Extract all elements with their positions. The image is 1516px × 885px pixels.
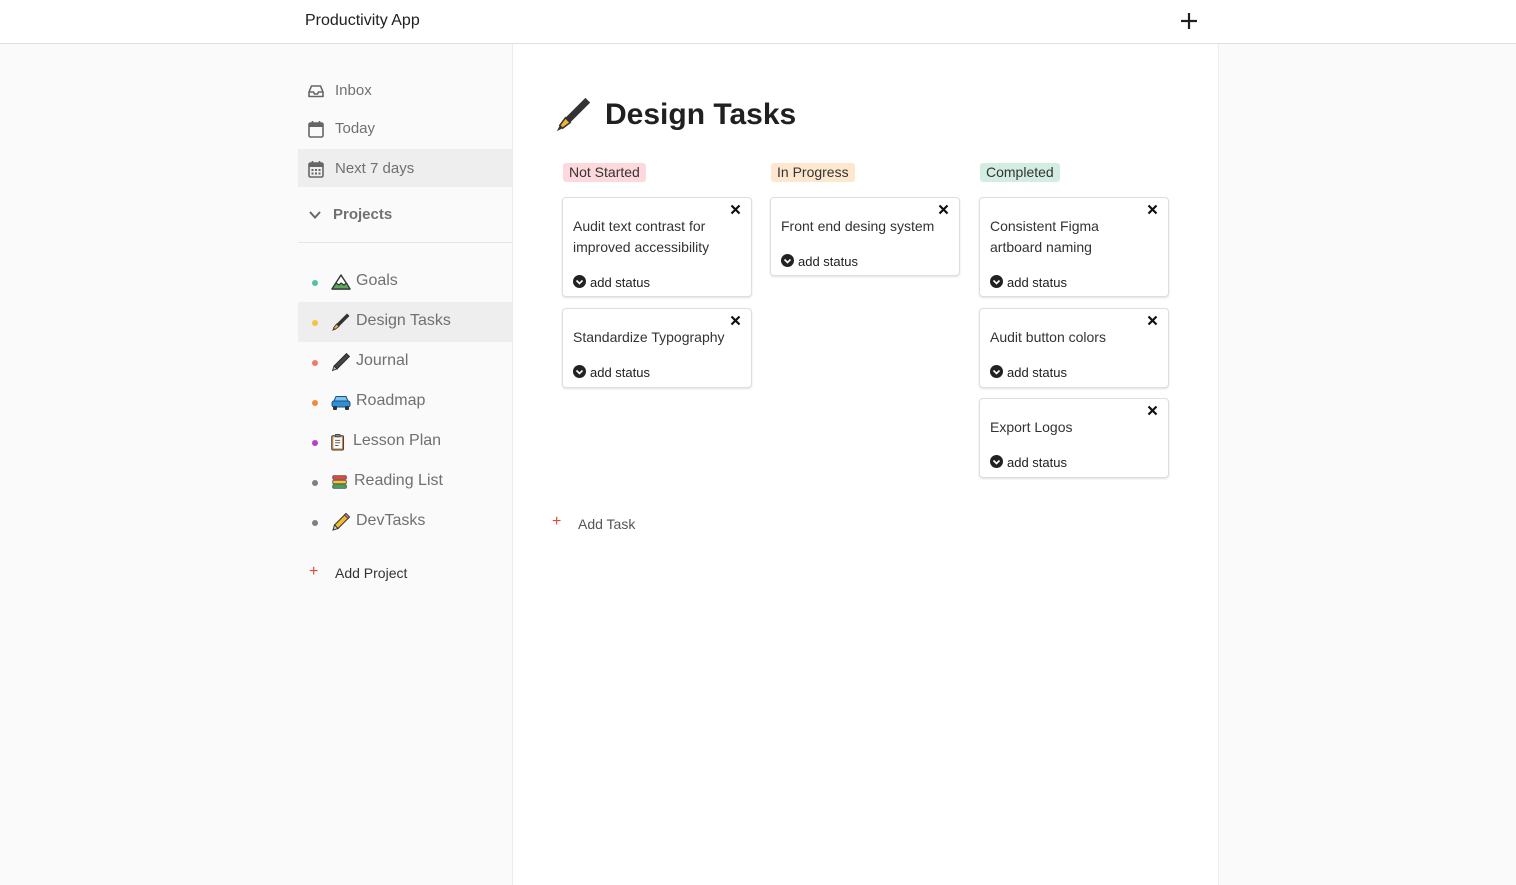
nav-item-inbox[interactable]: Inbox	[298, 71, 512, 109]
calendar-week-icon	[308, 161, 324, 178]
divider	[298, 242, 512, 243]
add-status-label: add status	[1007, 365, 1067, 380]
plus-icon: +	[309, 563, 319, 580]
close-icon[interactable]	[730, 204, 741, 215]
board-column-not-started: Not Started Audit text contrast for impr…	[562, 163, 752, 388]
app-title: Productivity App	[305, 12, 420, 29]
car-icon	[331, 396, 351, 410]
add-task-label: Add Task	[578, 516, 636, 532]
project-color-dot	[312, 440, 318, 446]
task-title: Standardize Typography	[573, 329, 725, 345]
add-status-label: add status	[590, 275, 650, 290]
add-task-button[interactable]: + Add Task	[552, 513, 672, 537]
project-color-dot	[312, 360, 318, 366]
check-circle-icon	[781, 254, 794, 267]
project-label: DevTasks	[356, 512, 426, 529]
column-status-badge: Not Started	[563, 163, 646, 182]
chevron-down-icon	[309, 211, 321, 219]
close-icon[interactable]	[1147, 405, 1158, 416]
books-icon	[332, 475, 347, 489]
project-label: Roadmap	[356, 392, 426, 409]
project-color-dot	[312, 520, 318, 526]
project-color-dot	[312, 480, 318, 486]
add-status-label: add status	[1007, 455, 1067, 470]
nav-label: Inbox	[335, 82, 372, 99]
add-project-button[interactable]: + Add Project	[298, 562, 512, 586]
project-item-lesson-plan[interactable]: Lesson Plan	[298, 422, 512, 462]
board-column-in-progress: In Progress Front end desing system add …	[770, 163, 960, 276]
project-item-goals[interactable]: Goals	[298, 262, 512, 302]
add-status-label: add status	[798, 254, 858, 269]
project-label: Journal	[356, 352, 409, 369]
project-item-roadmap[interactable]: Roadmap	[298, 382, 512, 422]
project-label: Lesson Plan	[353, 432, 442, 449]
close-icon[interactable]	[1147, 204, 1158, 215]
nav-label: Today	[335, 120, 376, 137]
pencil-icon	[332, 512, 351, 531]
project-color-dot	[312, 280, 318, 286]
clipboard-icon	[331, 434, 345, 451]
project-label: Reading List	[354, 472, 443, 489]
add-status-label: add status	[590, 365, 650, 380]
add-project-label: Add Project	[335, 565, 408, 581]
sidebar: Inbox Today Next 7 days Projects Goals D…	[298, 44, 512, 885]
task-card[interactable]: Export Logos add status	[979, 398, 1169, 478]
task-title: Front end desing system	[781, 218, 935, 234]
check-circle-icon	[990, 455, 1003, 468]
task-title: Audit text contrast for improved accessi…	[573, 218, 710, 255]
project-item-devtasks[interactable]: DevTasks	[298, 502, 512, 542]
board-column-completed: Completed Consistent Figma artboard nami…	[979, 163, 1169, 478]
task-title: Consistent Figma artboard naming	[990, 218, 1099, 255]
check-circle-icon	[573, 365, 586, 378]
project-item-journal[interactable]: Journal	[298, 342, 512, 382]
project-item-design-tasks[interactable]: Design Tasks	[298, 302, 512, 342]
project-label: Goals	[356, 272, 398, 289]
nav-item-today[interactable]: Today	[298, 109, 512, 147]
task-title: Audit button colors	[990, 329, 1106, 345]
project-color-dot	[312, 320, 318, 326]
close-icon[interactable]	[938, 204, 949, 215]
top-bar: Productivity App	[0, 0, 1516, 44]
mountain-icon	[331, 274, 351, 290]
projects-toggle[interactable]: Projects	[298, 196, 512, 232]
task-card[interactable]: Audit button colors add status	[979, 308, 1169, 388]
inbox-icon	[308, 85, 324, 98]
check-circle-icon	[990, 275, 1003, 288]
nav-item-next-7-days[interactable]: Next 7 days	[298, 149, 512, 187]
add-status-label: add status	[1007, 275, 1067, 290]
nav-label: Next 7 days	[335, 160, 415, 177]
plus-icon[interactable]	[1179, 10, 1199, 32]
project-label: Design Tasks	[356, 312, 451, 329]
pen-icon	[331, 352, 351, 372]
project-color-dot	[312, 400, 318, 406]
task-card[interactable]: Consistent Figma artboard naming add sta…	[979, 197, 1169, 297]
fountain-pen-icon	[332, 313, 350, 331]
plus-icon: +	[552, 513, 562, 530]
check-circle-icon	[573, 275, 586, 288]
page-title: Design Tasks	[605, 98, 797, 131]
task-card[interactable]: Front end desing system add status	[770, 197, 960, 276]
column-status-badge: In Progress	[771, 163, 855, 182]
task-title: Export Logos	[990, 419, 1073, 435]
project-item-reading-list[interactable]: Reading List	[298, 462, 512, 502]
fountain-pen-icon	[556, 97, 591, 132]
column-status-badge: Completed	[980, 163, 1060, 182]
close-icon[interactable]	[1147, 315, 1158, 326]
calendar-icon	[308, 121, 324, 138]
projects-label: Projects	[333, 206, 393, 223]
task-card[interactable]: Audit text contrast for improved accessi…	[562, 197, 752, 297]
check-circle-icon	[990, 365, 1003, 378]
close-icon[interactable]	[730, 315, 741, 326]
task-card[interactable]: Standardize Typography add status	[562, 308, 752, 388]
